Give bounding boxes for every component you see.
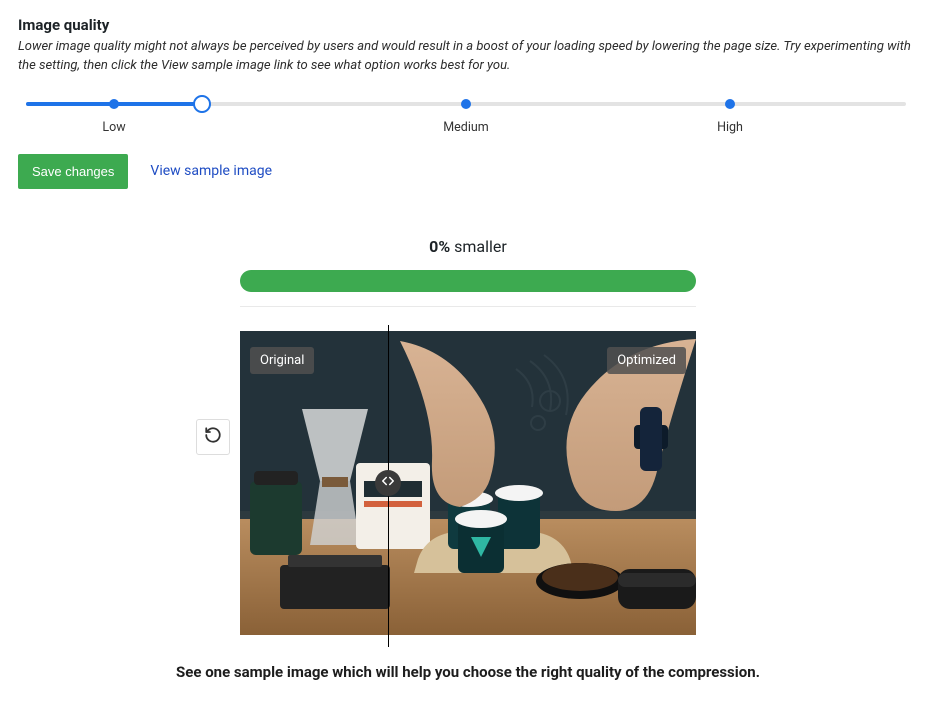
- refresh-button[interactable]: [196, 419, 230, 455]
- divider: [240, 306, 696, 307]
- section-description: Lower image quality might not always be …: [18, 38, 918, 76]
- slider-stop-low[interactable]: [109, 99, 119, 109]
- badge-original: Original: [250, 347, 314, 374]
- compression-suffix: smaller: [450, 237, 507, 256]
- footer-caption: See one sample image which will help you…: [18, 663, 918, 681]
- slider-handle[interactable]: [193, 95, 211, 113]
- compression-percent: 0%: [429, 237, 450, 256]
- slider-label-high: High: [717, 120, 743, 135]
- action-row: Save changes View sample image: [18, 154, 918, 189]
- image-compare[interactable]: Original Optimized: [240, 331, 696, 635]
- quality-slider[interactable]: Low Medium High: [26, 102, 906, 136]
- compare-handle[interactable]: [375, 470, 401, 496]
- sample-image: [240, 331, 696, 635]
- view-sample-link[interactable]: View sample image: [150, 163, 272, 179]
- section-title: Image quality: [18, 16, 918, 34]
- save-button[interactable]: Save changes: [18, 154, 128, 189]
- slider-track: [26, 102, 906, 106]
- compare-handle-icon: [381, 473, 395, 492]
- progress-bar: [240, 270, 696, 292]
- slider-stop-medium[interactable]: [461, 99, 471, 109]
- slider-stop-high[interactable]: [725, 99, 735, 109]
- slider-label-low: Low: [102, 120, 125, 135]
- slider-label-medium: Medium: [443, 120, 488, 135]
- compression-result-text: 0% smaller: [18, 237, 918, 256]
- badge-optimized: Optimized: [607, 347, 686, 374]
- progress-wrap: [240, 270, 696, 292]
- refresh-icon: [204, 426, 222, 447]
